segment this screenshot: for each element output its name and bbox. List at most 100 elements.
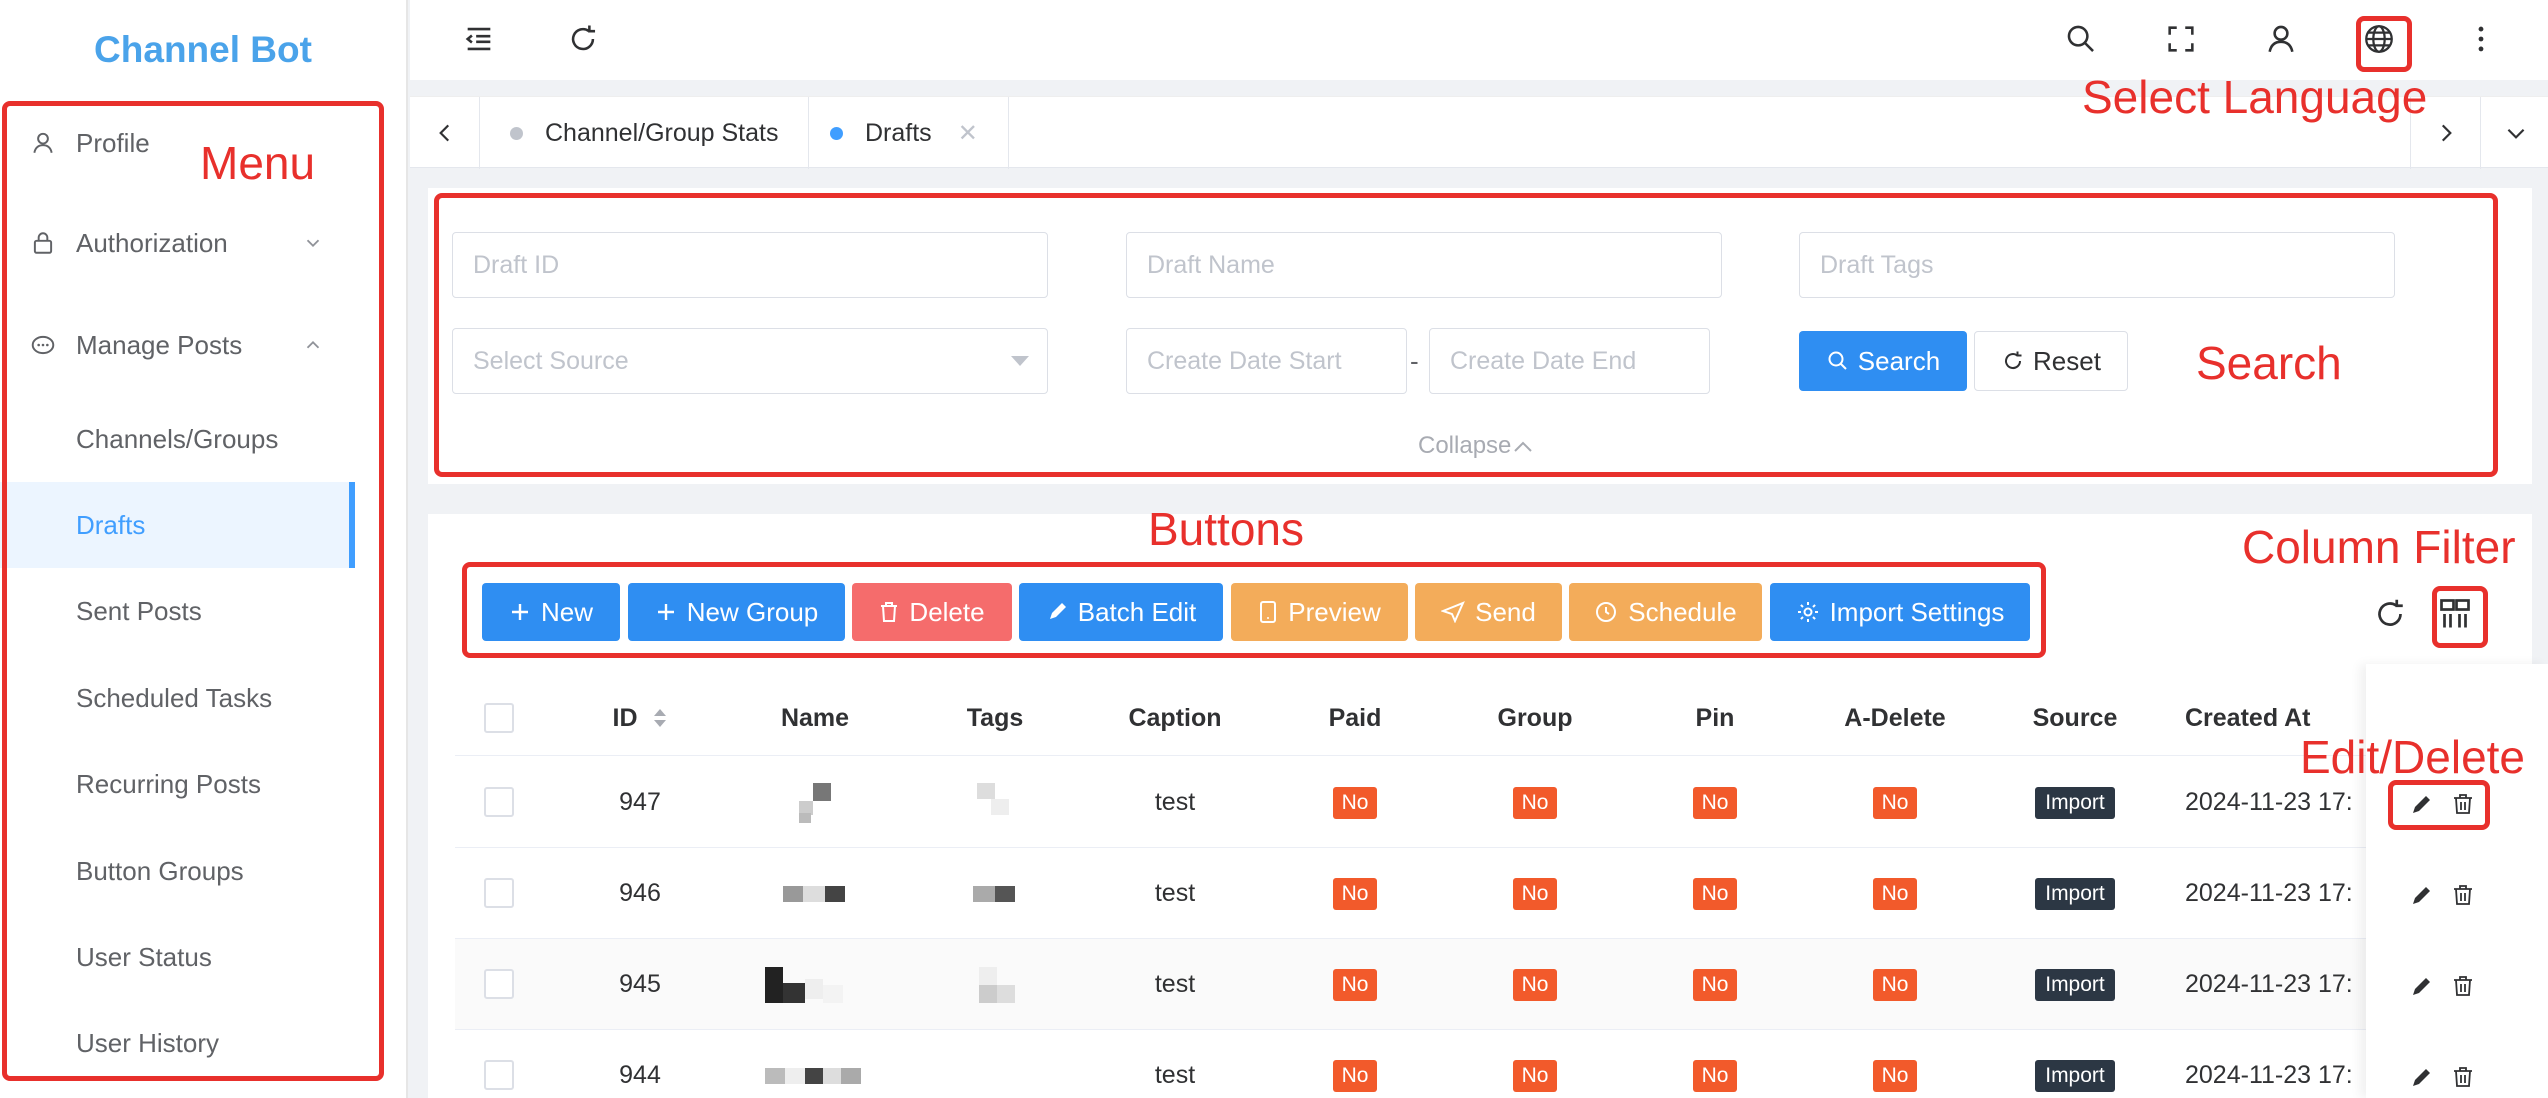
edit-icon[interactable] [2410,792,2434,816]
cell-id: 946 [619,879,661,907]
chevron-left-icon [438,124,449,142]
draft-id-input[interactable]: Draft ID [452,232,1048,298]
trash-icon[interactable] [2452,883,2474,907]
source-select[interactable]: Select Source [452,328,1048,394]
column-filter-icon[interactable] [2437,596,2473,632]
edit-icon[interactable] [2410,1065,2434,1089]
table-row[interactable]: 947 test No No No No Import 2024-11-23 1… [455,757,2367,848]
sidebar-item-label: Drafts [76,509,146,540]
sidebar-item-drafts[interactable]: Drafts [0,482,355,568]
create-date-start-input[interactable]: Create Date Start [1126,328,1407,394]
more-vertical-icon[interactable] [2464,22,2498,56]
group-badge: No [1512,968,1558,1001]
cell-paid: No [1265,757,1445,848]
chevron-down-icon [2507,128,2524,139]
import-settings-button[interactable]: Import Settings [1770,583,2030,641]
sidebar-item-recurring-posts[interactable]: Recurring Posts [0,741,355,827]
table-row[interactable]: 944 test No No No No Import 2024-11-23 1… [455,1030,2367,1098]
refresh-table-icon[interactable] [2372,596,2408,632]
refresh-icon[interactable] [566,22,600,56]
pin-badge: No [1692,786,1738,819]
tab-channel-group-stats[interactable]: Channel/Group Stats [480,97,810,169]
sort-icon[interactable] [652,707,668,729]
send-button-label: Send [1475,596,1536,627]
tablet-icon [1260,601,1277,623]
tab-status-dot [830,126,843,140]
blurred-tags-image [979,966,1015,1003]
blurred-name-image [799,782,831,823]
menu-fold-icon[interactable] [462,22,496,56]
a-delete-badge: No [1872,1059,1918,1092]
cell-created-at: 2024-11-23 17: [2185,1061,2353,1089]
delete-button[interactable]: Delete [852,583,1012,641]
tab-label: Drafts [865,118,932,147]
date-range-separator: - [1410,346,1419,376]
sidebar-item-sent-posts[interactable]: Sent Posts [0,568,355,654]
schedule-button[interactable]: Schedule [1569,583,1762,641]
collapse-toggle[interactable]: Collapse [1418,432,1535,460]
table-row[interactable]: 945 test No No No No Import 2024-11-23 1… [455,939,2367,1030]
column-header-group: Group [1497,703,1573,732]
row-checkbox[interactable] [484,1060,514,1090]
cell-created-at: 2024-11-23 17: [2185,970,2353,998]
trash-icon[interactable] [2452,792,2474,816]
batch-edit-button[interactable]: Batch Edit [1019,583,1223,641]
cell-name-blurred [725,1030,905,1098]
chevron-up-icon [1514,441,1533,452]
new-group-button[interactable]: New Group [628,583,845,641]
chevron-up-icon [306,340,320,349]
sidebar-item-manage-posts[interactable]: Manage Posts [0,302,355,388]
sidebar-item-button-groups[interactable]: Button Groups [0,828,355,914]
trash-icon[interactable] [2452,974,2474,998]
cell-caption: test [1154,1061,1196,1089]
sidebar-item-scheduled-tasks[interactable]: Scheduled Tasks [0,655,355,741]
new-button-label: New [540,596,593,627]
cell-name-blurred [725,939,905,1030]
new-button[interactable]: New [482,583,620,641]
tab-drafts[interactable]: Drafts ✕ [800,97,1009,169]
sidebar-item-label: Sent Posts [76,595,202,626]
select-all-checkbox[interactable] [484,703,514,733]
draft-tags-input[interactable]: Draft Tags [1799,232,2395,298]
table-row[interactable]: 946 test No No No No Import 2024-11-23 1… [455,848,2367,939]
user-icon[interactable] [2264,22,2298,56]
a-delete-badge: No [1872,786,1918,819]
draft-name-input[interactable]: Draft Name [1126,232,1722,298]
cell-id: 945 [619,970,661,998]
annotation-language-label: Select Language [2082,71,2428,123]
reset-button[interactable]: Reset [1974,331,2128,391]
column-header-id[interactable]: ID [555,680,725,756]
row-checkbox[interactable] [484,878,514,908]
create-date-end-input[interactable]: Create Date End [1429,328,1710,394]
column-header-name: Name [780,703,850,732]
annotation-menu-label: Menu [200,137,316,189]
sidebar-item-user-status[interactable]: User Status [0,914,355,1000]
preview-button[interactable]: Preview [1231,583,1408,641]
cell-source: Import [1985,848,2165,939]
paid-badge: No [1332,786,1378,819]
row-checkbox[interactable] [484,787,514,817]
close-icon[interactable]: ✕ [958,119,978,148]
sidebar-item-authorization[interactable]: Authorization [0,200,355,286]
send-button[interactable]: Send [1415,583,1562,641]
trash-icon[interactable] [2452,1065,2474,1089]
tab-scroll-left[interactable] [410,97,480,169]
search-button-label: Search [1857,345,1941,376]
search-button[interactable]: Search [1799,331,1967,391]
blurred-name-image [765,1067,861,1084]
cell-caption: test [1154,788,1196,816]
batch-edit-button-label: Batch Edit [1077,596,1197,627]
reset-button-label: Reset [2033,345,2101,376]
tab-dropdown[interactable] [2480,97,2548,169]
search-icon[interactable] [2064,22,2098,56]
sidebar-item-label: User History [76,1027,220,1058]
sidebar-item-channels-groups[interactable]: Channels/Groups [0,396,355,482]
edit-icon[interactable] [2410,974,2434,998]
globe-icon[interactable] [2362,22,2396,56]
a-delete-badge: No [1872,877,1918,910]
sidebar-item-user-history[interactable]: User History [0,1000,355,1086]
edit-icon[interactable] [2410,883,2434,907]
fullscreen-icon[interactable] [2164,22,2198,56]
cell-group: No [1445,939,1625,1030]
row-checkbox[interactable] [484,969,514,999]
